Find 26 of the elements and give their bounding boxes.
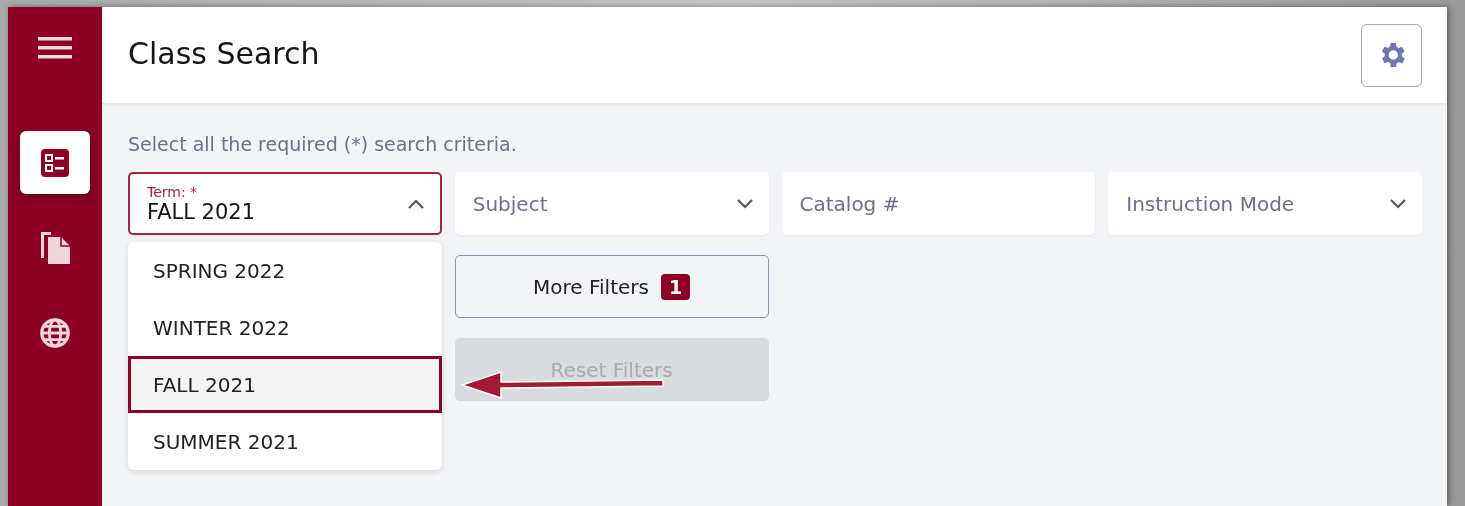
count-badge: 1 <box>660 273 691 300</box>
menu-icon <box>38 37 72 59</box>
field-placeholder: Instruction Mode <box>1126 191 1295 216</box>
chevron-up-icon <box>407 198 424 209</box>
nav-item[interactable] <box>20 131 90 194</box>
field-placeholder: Subject <box>472 191 548 216</box>
page-title: Class Search <box>128 35 320 73</box>
field-value: FALL 2021 <box>147 199 256 224</box>
dropdown-field[interactable]: Term: * FALL 2021 <box>128 172 442 235</box>
dropdown-option[interactable]: WINTER 2022 <box>128 299 442 356</box>
dropdown-option[interactable]: SUMMER 2021 <box>128 413 442 470</box>
input-field[interactable]: Catalog # <box>781 172 1096 235</box>
dropdown-field[interactable]: Subject <box>454 172 769 235</box>
menu-button[interactable] <box>38 37 72 59</box>
globe-icon <box>39 316 71 349</box>
more-filters-button[interactable]: More Filters 1 <box>454 255 769 318</box>
checklist-icon <box>41 148 69 177</box>
chevron-down-icon <box>736 198 753 209</box>
dropdown-option[interactable]: FALL 2021 <box>128 356 442 413</box>
dropdown-option[interactable]: SPRING 2022 <box>128 242 442 299</box>
settings-button[interactable] <box>1361 23 1422 87</box>
instruction-text: Select all the required (*) search criteria. <box>128 133 518 155</box>
documents-icon <box>39 229 71 266</box>
chevron-down-icon <box>1390 198 1406 209</box>
dropdown-field[interactable]: Instruction Mode <box>1108 172 1422 235</box>
field-label: Term: * <box>147 183 199 200</box>
